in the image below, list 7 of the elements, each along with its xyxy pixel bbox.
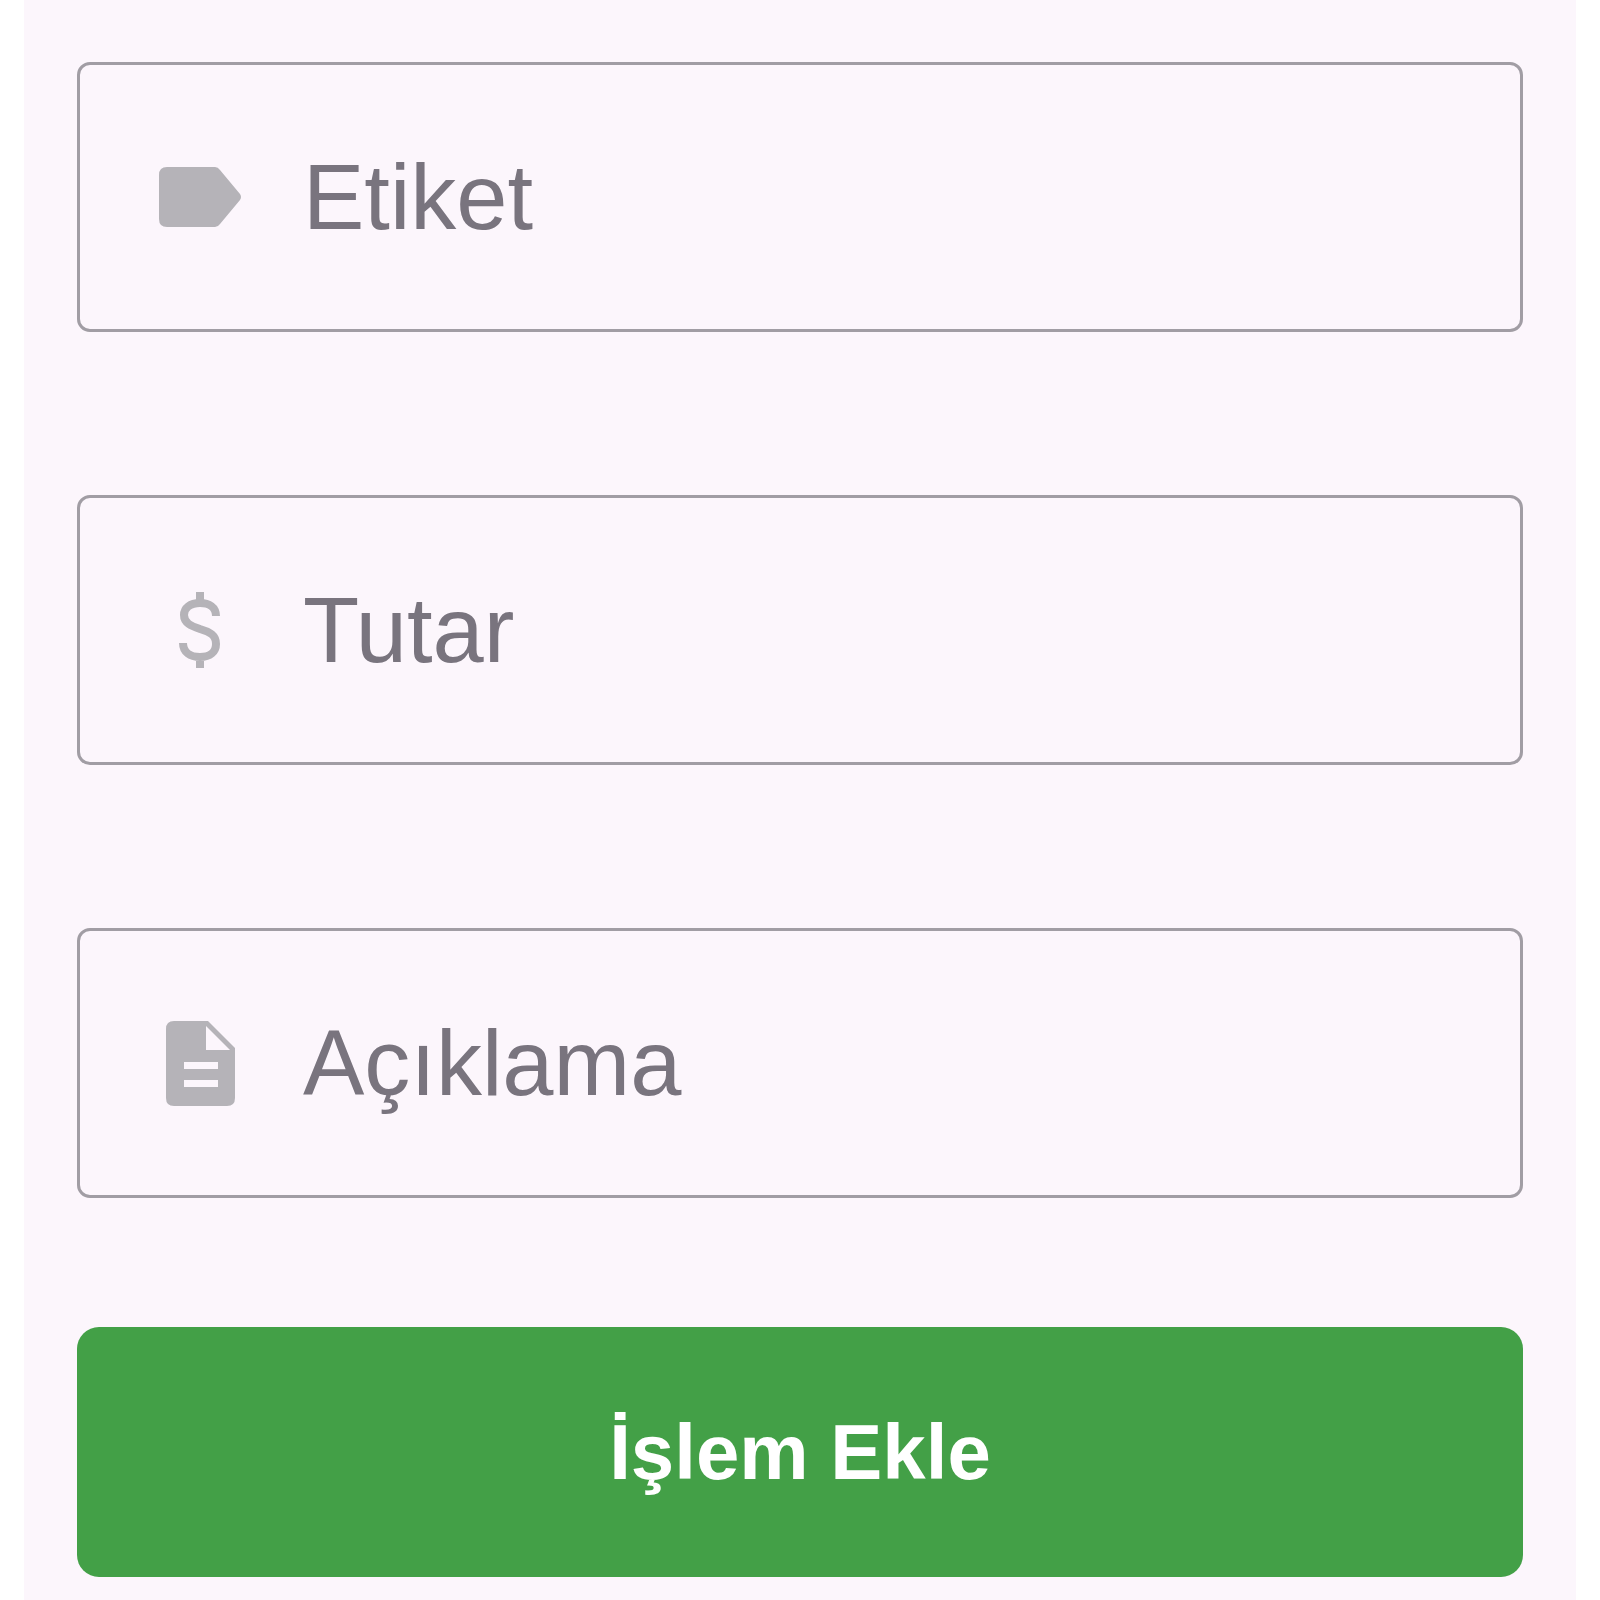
dollar-icon	[178, 591, 222, 669]
document-icon	[165, 1020, 235, 1106]
description-input-field[interactable]: Açıklama	[77, 928, 1523, 1198]
tag-icon	[159, 167, 241, 227]
label-input-field[interactable]: Etiket	[77, 62, 1523, 332]
amount-input-field[interactable]: Tutar	[77, 495, 1523, 765]
add-transaction-button[interactable]: İşlem Ekle	[77, 1327, 1523, 1577]
